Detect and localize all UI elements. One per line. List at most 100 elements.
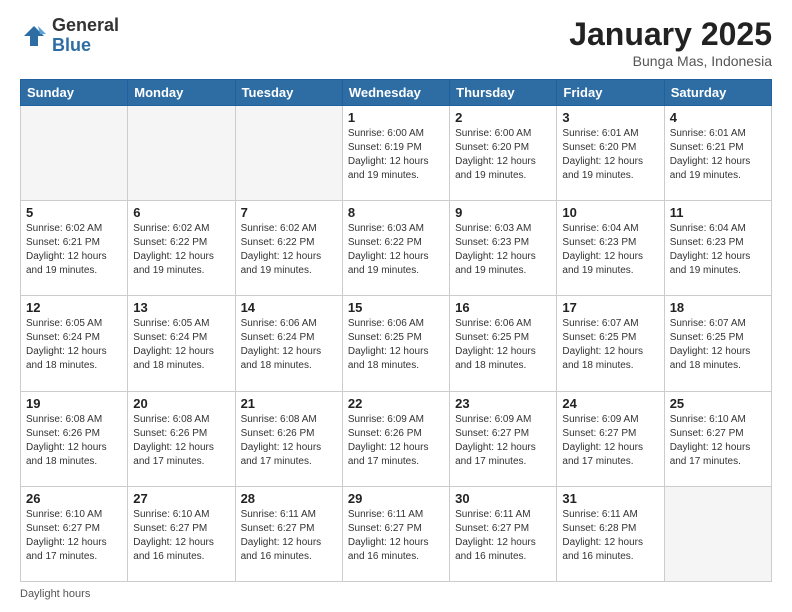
calendar-week-3: 19 Sunrise: 6:08 AM Sunset: 6:26 PM Dayli… [21,391,772,486]
day-info: Sunrise: 6:02 AM Sunset: 6:22 PM Dayligh… [133,222,229,278]
day-number: 31 [562,491,658,506]
col-header-wednesday: Wednesday [342,80,449,106]
calendar-cell: 12Sunrise: 6:05 AM Sunset: 6:24 PM Dayli… [21,296,128,391]
col-header-monday: Monday [128,80,235,106]
header: General Blue January 2025 Bunga Mas, Ind… [20,16,772,69]
calendar-cell: 18Sunrise: 6:07 AM Sunset: 6:25 PM Dayli… [664,296,771,391]
calendar-week-2: 12 Sunrise: 6:05 AM Sunset: 6:24 PM Dayli… [21,296,772,391]
calendar-cell: 31 Sunrise: 6:11 AM Sunset: 6:28 PM Dayli… [557,486,664,581]
day-info: Sunrise: 6:11 AM Sunset: 6:27 PM Dayligh… [348,508,444,564]
calendar-cell: 13 Sunrise: 6:05 AM Sunset: 6:24 PM Dayli… [128,296,235,391]
day-number: 7 [241,205,337,220]
day-info: Sunrise: 6:10 AM Sunset: 6:27 PM Dayligh… [26,508,122,564]
day-number: 1 [348,110,444,125]
day-info: Sunrise: 6:03 AM Sunset: 6:22 PM Dayligh… [348,222,444,278]
day-info: Sunrise: 6:02 AM Sunset: 6:21 PM Dayligh… [26,222,122,278]
day-info: Sunrise: 6:04 AM Sunset: 6:23 PM Dayligh… [562,222,658,278]
day-info: Sunrise: 6:10 AM Sunset: 6:27 PM Dayligh… [133,508,229,564]
day-info: Sunrise: 6:10 AM Sunset: 6:27 PM Dayligh… [670,413,766,469]
day-number: 17 [562,300,658,315]
day-info: Sunrise: 6:09 AM Sunset: 6:26 PM Dayligh… [348,413,444,469]
calendar-week-1: 5 Sunrise: 6:02 AM Sunset: 6:21 PM Daylig… [21,201,772,296]
col-header-friday: Friday [557,80,664,106]
calendar-cell: 16Sunrise: 6:06 AM Sunset: 6:25 PM Dayli… [450,296,557,391]
day-number: 5 [26,205,122,220]
calendar-week-4: 26 Sunrise: 6:10 AM Sunset: 6:27 PM Dayli… [21,486,772,581]
title-section: January 2025 Bunga Mas, Indonesia [569,16,772,69]
calendar-cell [235,106,342,201]
month-title: January 2025 [569,16,772,53]
day-info: Sunrise: 6:04 AM Sunset: 6:23 PM Dayligh… [670,222,766,278]
page: General Blue January 2025 Bunga Mas, Ind… [0,0,792,612]
calendar-cell: 6Sunrise: 6:02 AM Sunset: 6:22 PM Daylig… [128,201,235,296]
day-number: 21 [241,396,337,411]
calendar-week-0: 1 Sunrise: 6:00 AM Sunset: 6:19 PM Daylig… [21,106,772,201]
day-number: 28 [241,491,337,506]
day-number: 9 [455,205,551,220]
calendar-cell [21,106,128,201]
col-header-tuesday: Tuesday [235,80,342,106]
day-info: Sunrise: 6:00 AM Sunset: 6:20 PM Dayligh… [455,127,551,183]
footer-note: Daylight hours [20,588,772,600]
calendar-cell: 1 Sunrise: 6:00 AM Sunset: 6:19 PM Daylig… [342,106,449,201]
day-info: Sunrise: 6:09 AM Sunset: 6:27 PM Dayligh… [455,413,551,469]
day-info: Sunrise: 6:03 AM Sunset: 6:23 PM Dayligh… [455,222,551,278]
day-info: Sunrise: 6:08 AM Sunset: 6:26 PM Dayligh… [133,413,229,469]
day-number: 15 [348,300,444,315]
day-info: Sunrise: 6:07 AM Sunset: 6:25 PM Dayligh… [670,317,766,373]
day-number: 26 [26,491,122,506]
calendar-cell: 24Sunrise: 6:09 AM Sunset: 6:27 PM Dayli… [557,391,664,486]
calendar-cell: 19 Sunrise: 6:08 AM Sunset: 6:26 PM Dayli… [21,391,128,486]
day-number: 19 [26,396,122,411]
calendar-cell: 21Sunrise: 6:08 AM Sunset: 6:26 PM Dayli… [235,391,342,486]
day-info: Sunrise: 6:05 AM Sunset: 6:24 PM Dayligh… [133,317,229,373]
day-info: Sunrise: 6:00 AM Sunset: 6:19 PM Dayligh… [348,127,444,183]
calendar-cell: 26 Sunrise: 6:10 AM Sunset: 6:27 PM Dayli… [21,486,128,581]
day-number: 25 [670,396,766,411]
calendar-cell [128,106,235,201]
calendar-cell: 22 Sunrise: 6:09 AM Sunset: 6:26 PM Dayli… [342,391,449,486]
day-number: 20 [133,396,229,411]
day-info: Sunrise: 6:01 AM Sunset: 6:21 PM Dayligh… [670,127,766,183]
calendar-cell: 23 Sunrise: 6:09 AM Sunset: 6:27 PM Dayli… [450,391,557,486]
day-info: Sunrise: 6:06 AM Sunset: 6:25 PM Dayligh… [455,317,551,373]
day-info: Sunrise: 6:06 AM Sunset: 6:25 PM Dayligh… [348,317,444,373]
day-number: 8 [348,205,444,220]
day-info: Sunrise: 6:11 AM Sunset: 6:28 PM Dayligh… [562,508,658,564]
day-number: 22 [348,396,444,411]
logo-icon [20,22,48,50]
day-number: 2 [455,110,551,125]
calendar-cell [664,486,771,581]
day-info: Sunrise: 6:11 AM Sunset: 6:27 PM Dayligh… [241,508,337,564]
calendar-cell: 11 Sunrise: 6:04 AM Sunset: 6:23 PM Dayli… [664,201,771,296]
calendar-cell: 27Sunrise: 6:10 AM Sunset: 6:27 PM Dayli… [128,486,235,581]
calendar-cell: 4 Sunrise: 6:01 AM Sunset: 6:21 PM Daylig… [664,106,771,201]
day-number: 12 [26,300,122,315]
day-info: Sunrise: 6:08 AM Sunset: 6:26 PM Dayligh… [26,413,122,469]
col-header-thursday: Thursday [450,80,557,106]
col-header-saturday: Saturday [664,80,771,106]
calendar-cell: 9 Sunrise: 6:03 AM Sunset: 6:23 PM Daylig… [450,201,557,296]
day-number: 10 [562,205,658,220]
day-number: 30 [455,491,551,506]
day-number: 13 [133,300,229,315]
day-info: Sunrise: 6:06 AM Sunset: 6:24 PM Dayligh… [241,317,337,373]
calendar-cell: 28 Sunrise: 6:11 AM Sunset: 6:27 PM Dayli… [235,486,342,581]
calendar-cell: 14Sunrise: 6:06 AM Sunset: 6:24 PM Dayli… [235,296,342,391]
location: Bunga Mas, Indonesia [569,53,772,69]
calendar-cell: 8 Sunrise: 6:03 AM Sunset: 6:22 PM Daylig… [342,201,449,296]
calendar-cell: 10 Sunrise: 6:04 AM Sunset: 6:23 PM Dayli… [557,201,664,296]
day-number: 3 [562,110,658,125]
day-number: 4 [670,110,766,125]
day-number: 11 [670,205,766,220]
logo-general-text: General [52,16,119,36]
calendar-cell: 15 Sunrise: 6:06 AM Sunset: 6:25 PM Dayli… [342,296,449,391]
logo-text: General Blue [52,16,119,56]
day-number: 23 [455,396,551,411]
calendar-table: SundayMondayTuesdayWednesdayThursdayFrid… [20,79,772,582]
calendar-cell: 25 Sunrise: 6:10 AM Sunset: 6:27 PM Dayli… [664,391,771,486]
calendar-cell: 30Sunrise: 6:11 AM Sunset: 6:27 PM Dayli… [450,486,557,581]
calendar-header-row: SundayMondayTuesdayWednesdayThursdayFrid… [21,80,772,106]
day-info: Sunrise: 6:09 AM Sunset: 6:27 PM Dayligh… [562,413,658,469]
day-info: Sunrise: 6:02 AM Sunset: 6:22 PM Dayligh… [241,222,337,278]
